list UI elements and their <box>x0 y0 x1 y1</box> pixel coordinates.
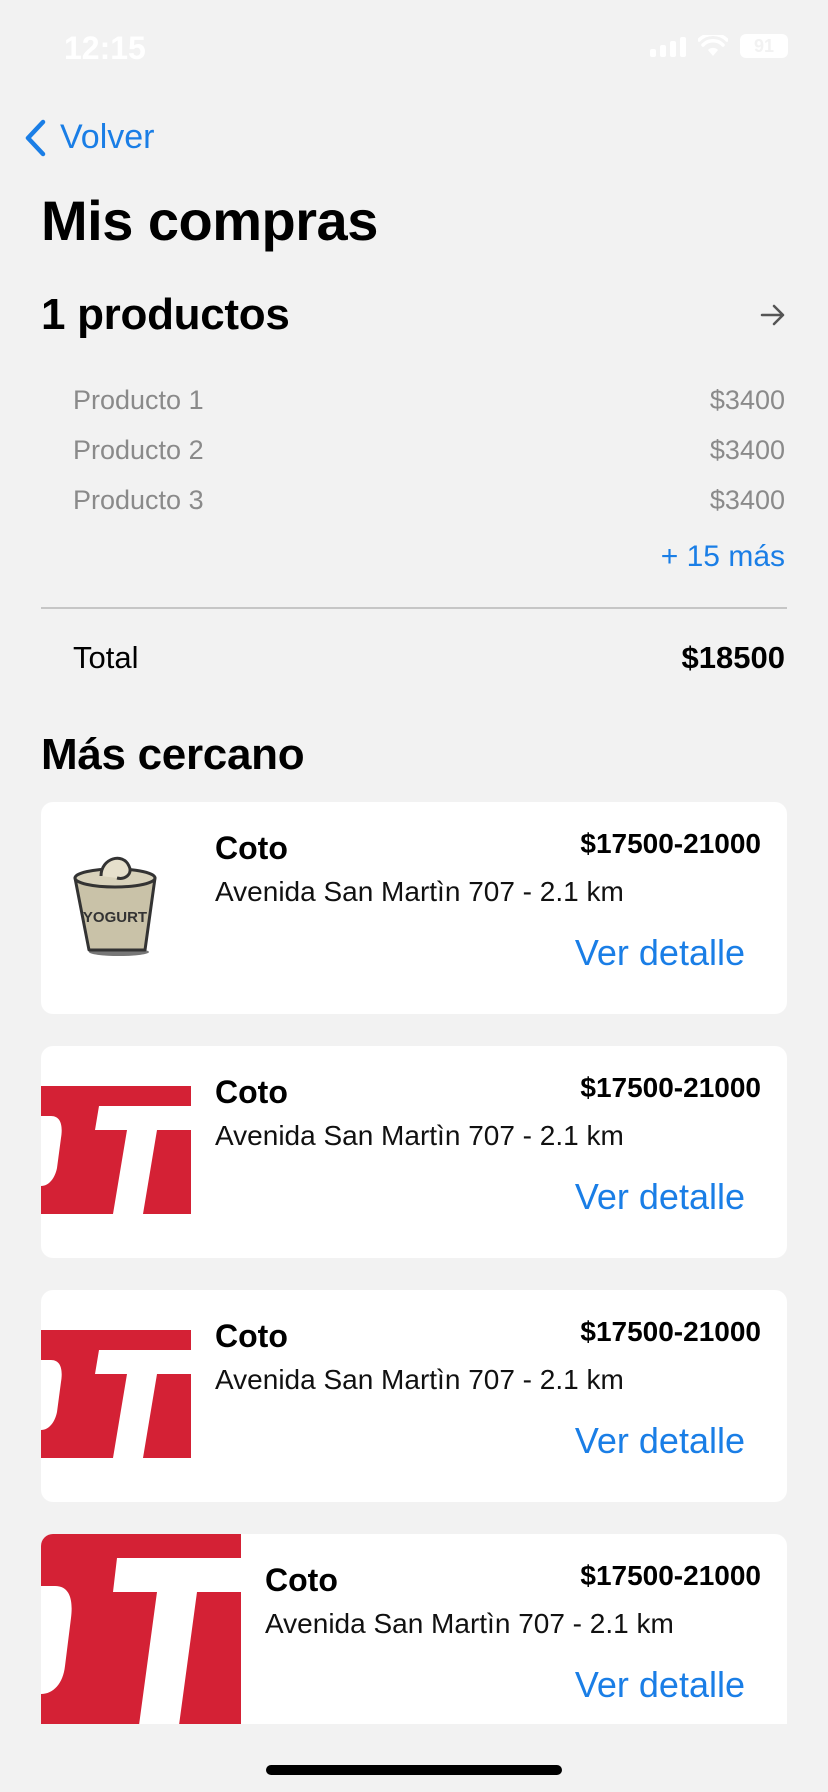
product-row: Producto 1 $3400 <box>73 375 785 425</box>
store-price: $17500-21000 <box>580 1560 761 1591</box>
store-address: Avenida San Martìn 707 - 2.1 km <box>215 1120 624 1151</box>
view-detail-button[interactable]: Ver detalle <box>575 1664 745 1706</box>
store-name: Coto <box>215 830 288 866</box>
product-row: Producto 2 $3400 <box>73 425 785 475</box>
store-price: $17500-21000 <box>580 828 761 859</box>
total-value: $18500 <box>681 640 785 675</box>
total-label: Total <box>73 640 139 675</box>
store-card[interactable]: Coto $17500-21000 Avenida San Martìn 707… <box>41 1534 787 1724</box>
back-button[interactable]: Volver <box>24 118 155 157</box>
store-name: Coto <box>265 1562 338 1598</box>
view-detail-button[interactable]: Ver detalle <box>575 1420 745 1462</box>
coto-logo <box>41 1086 191 1214</box>
status-bar: 12:15 91 <box>0 0 828 100</box>
products-count: 1 productos <box>41 290 290 339</box>
store-price: $17500-21000 <box>580 1316 761 1347</box>
view-detail-button[interactable]: Ver detalle <box>575 932 745 974</box>
store-price: $17500-21000 <box>580 1072 761 1103</box>
store-name: Coto <box>215 1318 288 1354</box>
store-card[interactable]: Coto $17500-21000 Avenida San Martìn 707… <box>41 1046 787 1258</box>
chevron-left-icon <box>25 119 46 156</box>
wifi-icon <box>698 35 728 57</box>
product-name: Producto 1 <box>73 384 204 415</box>
products-header: 1 productos <box>41 290 787 340</box>
product-name: Producto 3 <box>73 484 204 515</box>
store-card[interactable]: Coto $17500-21000 Avenida San Martìn 707… <box>41 1290 787 1502</box>
divider <box>41 607 787 609</box>
arrow-right-icon[interactable] <box>759 301 787 329</box>
signal-icon <box>650 35 686 57</box>
back-label: Volver <box>60 118 155 156</box>
product-price: $3400 <box>709 384 785 415</box>
store-name: Coto <box>215 1074 288 1110</box>
product-row: Producto 3 $3400 <box>73 475 785 525</box>
store-address: Avenida San Martìn 707 - 2.1 km <box>215 1364 624 1395</box>
yogurt-icon: YOGURT <box>67 848 163 958</box>
product-name: Producto 2 <box>73 434 204 465</box>
section-title: Más cercano <box>41 730 305 779</box>
coto-logo <box>41 1534 241 1724</box>
view-detail-button[interactable]: Ver detalle <box>575 1176 745 1218</box>
product-price: $3400 <box>709 484 785 515</box>
total-row: Total $18500 <box>73 640 785 676</box>
status-icons: 91 <box>650 34 788 58</box>
page-title: Mis compras <box>41 189 378 252</box>
nav-bar: Volver <box>0 100 828 190</box>
battery-icon: 91 <box>740 34 788 58</box>
store-address: Avenida San Martìn 707 - 2.1 km <box>215 876 624 907</box>
product-list: Producto 1 $3400 Producto 2 $3400 Produc… <box>73 375 785 525</box>
svg-text:YOGURT: YOGURT <box>83 909 147 926</box>
home-indicator[interactable] <box>266 1765 562 1775</box>
more-products-link[interactable]: + 15 más <box>661 540 785 574</box>
coto-logo <box>41 1330 191 1458</box>
status-time: 12:15 <box>64 30 146 66</box>
product-price: $3400 <box>709 434 785 465</box>
store-card[interactable]: YOGURT Coto $17500-21000 Avenida San Mar… <box>41 802 787 1014</box>
store-address: Avenida San Martìn 707 - 2.1 km <box>265 1608 674 1639</box>
